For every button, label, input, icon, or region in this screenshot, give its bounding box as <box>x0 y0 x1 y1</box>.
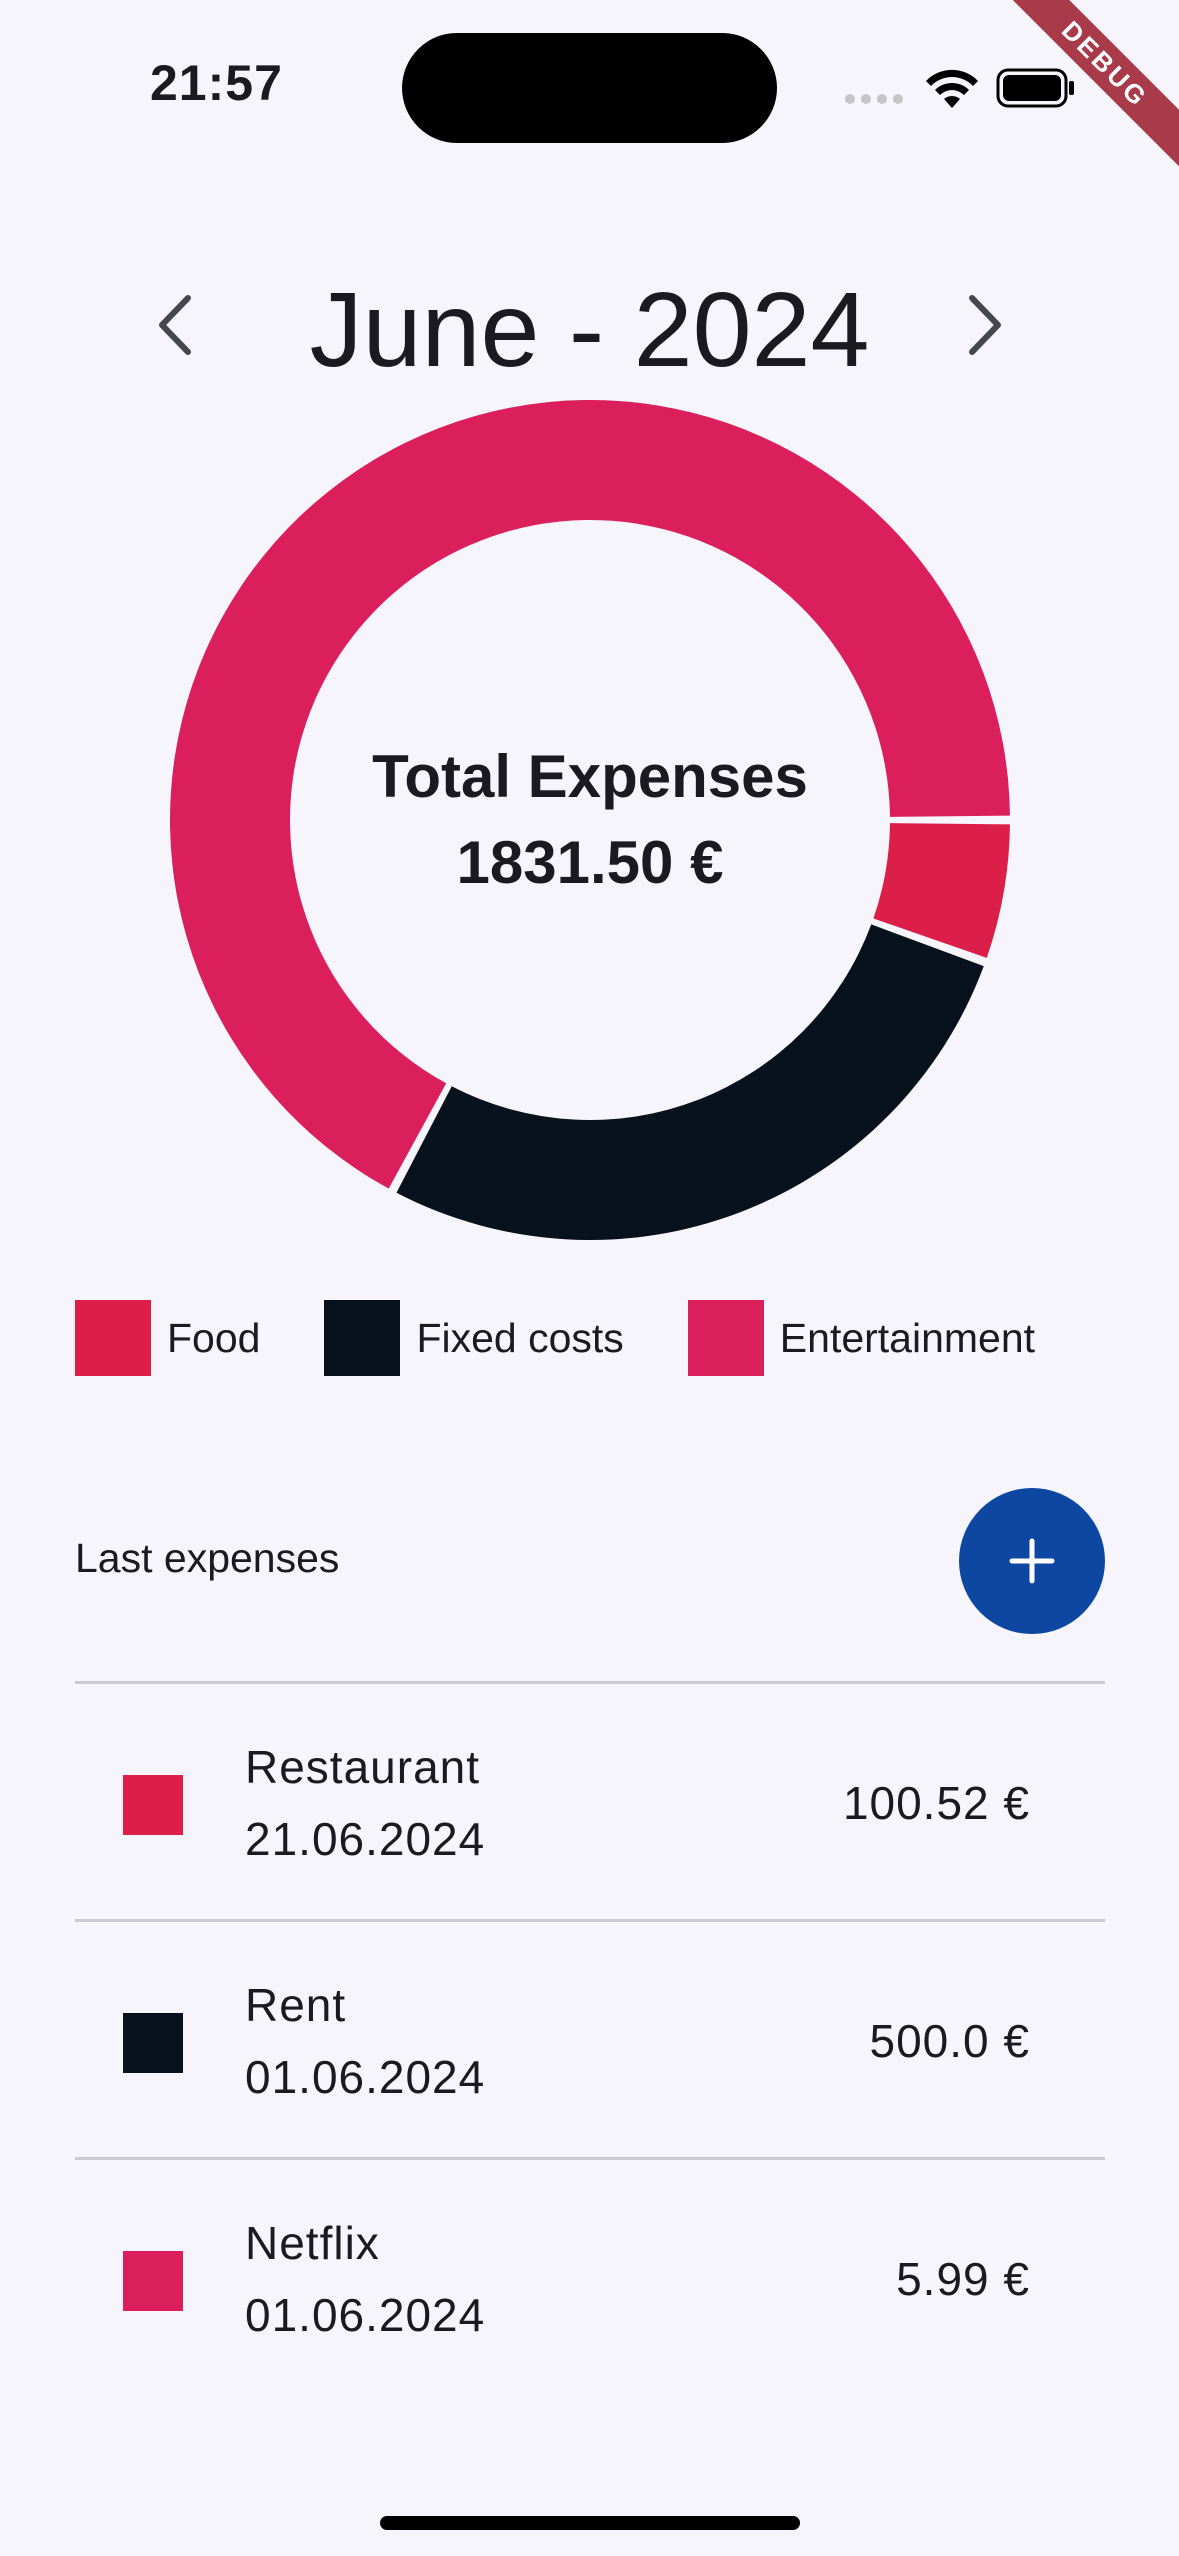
status-bar: 21:57 <box>0 0 1179 160</box>
legend-label: Food <box>167 1314 261 1361</box>
legend-label: Entertainment <box>779 1314 1036 1361</box>
expense-row[interactable]: Netflix 01.06.2024 5.99 € <box>75 2157 1105 2395</box>
chevron-right-icon <box>969 295 1001 355</box>
status-time: 21:57 <box>150 55 283 111</box>
home-indicator <box>380 2516 800 2530</box>
category-swatch <box>123 2013 183 2073</box>
total-expenses-label: Total Expenses <box>372 743 808 810</box>
total-expenses-value: 1831.50 € <box>456 829 724 896</box>
category-swatch <box>123 1775 183 1835</box>
dynamic-island <box>402 33 777 143</box>
battery-icon <box>996 68 1074 108</box>
cellular-signal-icon <box>845 94 903 104</box>
expense-row[interactable]: Restaurant 21.06.2024 100.52 € <box>75 1681 1105 1919</box>
expense-amount: 100.52 € <box>842 1777 1030 1829</box>
legend-swatch <box>75 1300 151 1376</box>
category-swatch <box>123 2251 183 2311</box>
expense-name: Netflix <box>245 2217 380 2269</box>
last-expenses-title: Last expenses <box>75 1535 340 1581</box>
expense-amount: 500.0 € <box>869 2015 1030 2067</box>
chart-legend: Food Fixed costs Entertainment <box>75 1300 1099 1376</box>
legend-item-food: Food <box>75 1300 260 1376</box>
expense-date: 01.06.2024 <box>245 2051 486 2103</box>
next-month-button[interactable] <box>940 280 1030 370</box>
legend-swatch <box>687 1300 764 1376</box>
expense-amount: 5.99 € <box>896 2253 1030 2305</box>
legend-item-fixed-costs: Fixed costs <box>324 1300 624 1376</box>
legend-swatch <box>324 1300 401 1376</box>
expense-name: Restaurant <box>245 1741 481 1793</box>
donut-center-label: Total Expenses 1831.50 € <box>160 390 1020 1250</box>
expense-row[interactable]: Rent 01.06.2024 500.0 € <box>75 1919 1105 2157</box>
expense-date: 21.06.2024 <box>245 1813 486 1865</box>
plus-icon <box>1009 1538 1055 1584</box>
add-expense-button[interactable] <box>959 1488 1105 1634</box>
month-navigation: June - 2024 <box>0 250 1179 400</box>
legend-label: Fixed costs <box>416 1314 624 1361</box>
wifi-icon <box>926 69 978 108</box>
legend-item-entertainment: Entertainment <box>687 1300 1036 1376</box>
last-expenses-header: Last expenses <box>75 1480 1105 1640</box>
expense-date: 01.06.2024 <box>245 2289 486 2341</box>
expense-list: Restaurant 21.06.2024 100.52 € Rent 01.0… <box>75 1681 1105 2395</box>
expense-name: Rent <box>245 1979 347 2031</box>
